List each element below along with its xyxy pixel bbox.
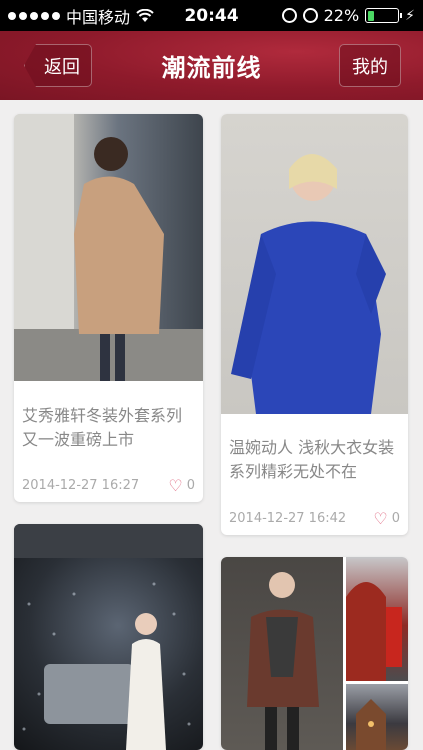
article-card[interactable]: 艾秀雅轩冬装外套系列又一波重磅上市 2014-12-27 16:27 ♡ 0 xyxy=(14,114,203,502)
article-photo xyxy=(14,524,203,750)
navigation-bar: 返回 潮流前线 我的 xyxy=(0,31,423,100)
back-button[interactable]: 返回 xyxy=(24,44,92,87)
signal-strength-icon xyxy=(8,11,60,20)
wifi-icon xyxy=(136,8,154,22)
rotation-lock-icon xyxy=(281,8,297,23)
article-card[interactable]: 温婉动人 浅秋大衣女装系列精彩无处不在 2014-12-27 16:42 ♡ 0 xyxy=(221,114,408,535)
like-button[interactable]: ♡ 0 xyxy=(373,509,400,528)
status-bar: 中国移动 20:44 22% ⚡ xyxy=(0,0,423,31)
charging-icon: ⚡ xyxy=(405,7,415,24)
article-photo xyxy=(14,114,203,381)
page-title: 潮流前线 xyxy=(161,54,262,82)
like-count: 0 xyxy=(186,478,195,493)
article-title: 艾秀雅轩冬装外套系列又一波重磅上市 xyxy=(22,406,183,449)
article-card[interactable] xyxy=(221,557,408,750)
heart-icon: ♡ xyxy=(168,476,183,495)
heart-icon: ♡ xyxy=(373,509,388,528)
battery-percent: 22% xyxy=(323,6,360,25)
article-photo xyxy=(221,557,408,750)
article-date: 2014-12-27 16:42 xyxy=(229,511,347,526)
like-count: 0 xyxy=(391,511,400,526)
article-date: 2014-12-27 16:27 xyxy=(22,478,140,493)
article-title: 温婉动人 浅秋大衣女装系列精彩无处不在 xyxy=(229,438,395,481)
article-card[interactable] xyxy=(14,524,203,750)
article-photo xyxy=(221,114,408,414)
battery-icon xyxy=(365,8,403,23)
carrier-name: 中国移动 xyxy=(66,7,131,27)
like-button[interactable]: ♡ 0 xyxy=(168,476,195,495)
mine-button[interactable]: 我的 xyxy=(339,44,401,87)
alarm-icon xyxy=(302,8,318,23)
